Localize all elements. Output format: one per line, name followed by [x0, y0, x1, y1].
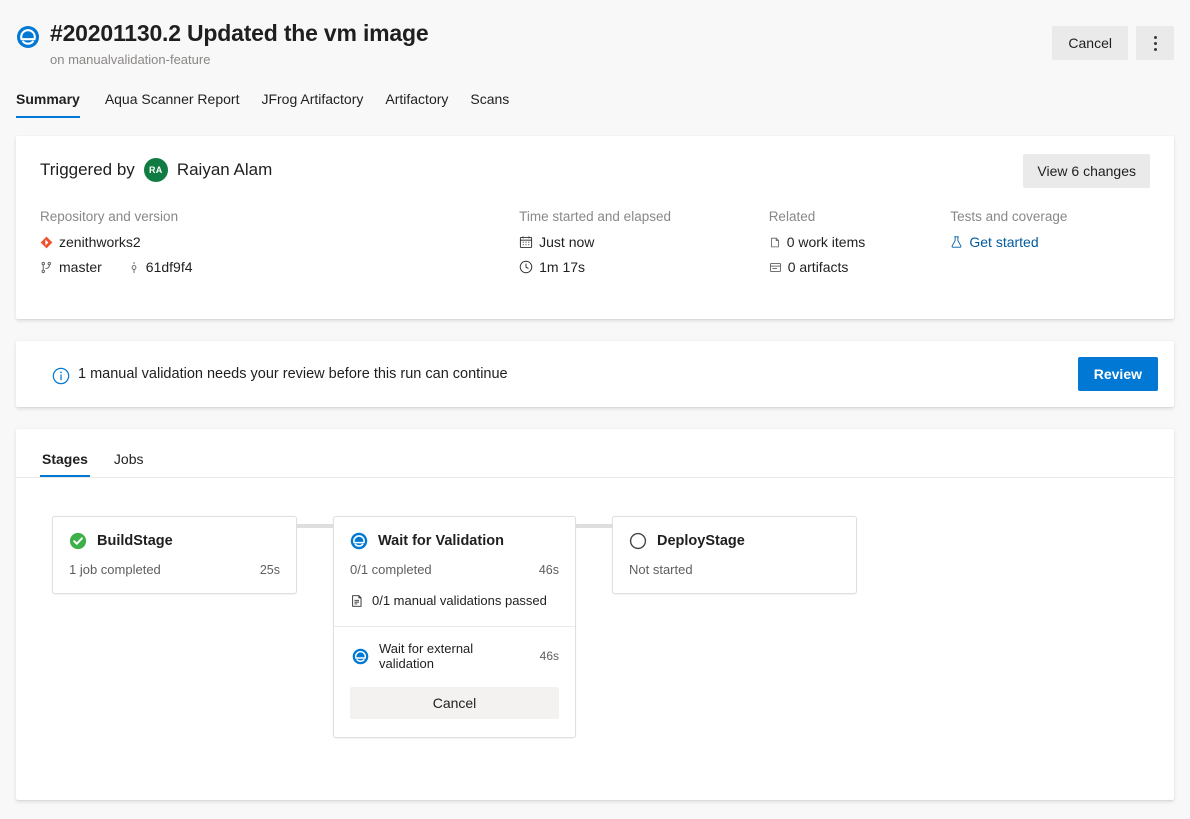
page-title: #20201130.2 Updated the vm image — [50, 18, 428, 48]
stage-header: BuildStage — [53, 517, 296, 550]
stage-cancel-wrap: Cancel — [334, 683, 575, 737]
branch-icon — [40, 261, 53, 274]
metadata-related: Related 0 work items — [769, 208, 951, 284]
repository-column-title: Repository and version — [40, 208, 519, 226]
branch-commit-row: master 61df9f4 — [40, 259, 519, 275]
tab-scans[interactable]: Scans — [459, 85, 520, 118]
work-item-icon — [769, 236, 781, 249]
azure-repos-icon — [40, 236, 53, 249]
stage-approval-label: Wait for external validation — [379, 641, 526, 671]
run-branch-subtitle: on manualvalidation-feature — [50, 51, 428, 69]
pipeline-waiting-icon — [352, 648, 369, 665]
time-elapsed-row: 1m 17s — [519, 259, 769, 275]
stage-card-deploystage[interactable]: DeployStage Not started — [612, 516, 857, 594]
run-title-row: #20201130.2 Updated the vm image on manu… — [16, 18, 1174, 69]
run-metadata-grid: Repository and version zenithworks2 — [40, 208, 1150, 284]
pipeline-waiting-icon — [16, 25, 40, 49]
cancel-run-button[interactable]: Cancel — [1052, 26, 1128, 60]
header-actions: Cancel — [1052, 26, 1174, 60]
stage-card-wait-for-validation[interactable]: Wait for Validation 0/1 completed 46s 0/… — [333, 516, 576, 738]
time-started-value: Just now — [539, 234, 594, 250]
triggered-by-label: Triggered by — [40, 160, 135, 180]
stage-summary-text: 1 job completed — [69, 562, 161, 577]
time-column-title: Time started and elapsed — [519, 208, 769, 226]
stage-summary-row: 1 job completed 25s — [53, 550, 296, 593]
repository-name: zenithworks2 — [59, 234, 141, 250]
subtab-jobs[interactable]: Jobs — [112, 447, 146, 477]
stage-name: BuildStage — [97, 533, 173, 549]
subtab-stages[interactable]: Stages — [40, 447, 90, 477]
tests-get-started-label: Get started — [969, 234, 1038, 250]
stage-approval-duration: 46s — [540, 649, 559, 663]
branch-row[interactable]: master — [40, 259, 102, 275]
tab-summary[interactable]: Summary — [16, 85, 94, 118]
stage-name: DeployStage — [657, 533, 745, 549]
page-header: #20201130.2 Updated the vm image on manu… — [0, 0, 1190, 69]
stage-header: Wait for Validation — [334, 517, 575, 550]
avatar: RA — [144, 158, 168, 182]
stage-graph: BuildStage 1 job completed 25s — [16, 478, 1174, 788]
related-column-title: Related — [769, 208, 951, 226]
stages-subtabbar: Stages Jobs — [16, 429, 1174, 478]
time-started-row: Just now — [519, 234, 769, 250]
triggered-by-row: Triggered by RA Raiyan Alam — [40, 158, 1150, 182]
stage-approval-row[interactable]: Wait for external validation 46s — [334, 627, 575, 683]
review-button[interactable]: Review — [1078, 357, 1158, 391]
artifacts-count: 0 artifacts — [788, 259, 849, 275]
repository-name-row[interactable]: zenithworks2 — [40, 234, 519, 250]
clock-icon — [519, 260, 533, 274]
tab-aqua-scanner-report[interactable]: Aqua Scanner Report — [94, 85, 251, 118]
stage-checks-row[interactable]: 0/1 manual validations passed — [334, 593, 575, 626]
stage-checks-label: 0/1 manual validations passed — [372, 593, 547, 608]
pipeline-waiting-icon — [350, 532, 368, 550]
stage-summary-text: 0/1 completed — [350, 562, 432, 577]
more-actions-button[interactable] — [1136, 26, 1174, 60]
triggered-by-user: Raiyan Alam — [177, 160, 272, 180]
metadata-tests: Tests and coverage Get started — [950, 208, 1150, 284]
cancel-validation-button[interactable]: Cancel — [350, 687, 559, 719]
stage-summary-row: 0/1 completed 46s — [334, 550, 575, 593]
stage-duration: 46s — [539, 563, 559, 577]
manual-validation-banner: 1 manual validation needs your review be… — [16, 341, 1174, 407]
view-changes-button[interactable]: View 6 changes — [1023, 154, 1150, 188]
stage-card-buildstage[interactable]: BuildStage 1 job completed 25s — [52, 516, 297, 594]
artifacts-row[interactable]: 0 artifacts — [769, 259, 951, 275]
commit-hash: 61df9f4 — [146, 259, 193, 275]
stage-row: BuildStage 1 job completed 25s — [52, 516, 1174, 738]
main-tabbar: Summary Aqua Scanner Report JFrog Artifa… — [0, 85, 1190, 118]
calendar-icon — [519, 235, 533, 249]
tests-column-title: Tests and coverage — [950, 208, 1150, 226]
flask-icon — [950, 235, 963, 249]
artifact-icon — [769, 261, 782, 274]
stage-summary-row: Not started — [613, 550, 856, 593]
commit-row[interactable]: 61df9f4 — [128, 259, 193, 275]
manual-validation-message: 1 manual validation needs your review be… — [78, 366, 508, 382]
not-started-circle-icon — [629, 532, 647, 550]
stage-duration: 25s — [260, 563, 280, 577]
metadata-time: Time started and elapsed Just now — [519, 208, 769, 284]
time-elapsed-value: 1m 17s — [539, 259, 585, 275]
more-actions-icon — [1154, 34, 1157, 52]
manual-validation-icon — [350, 594, 364, 608]
tab-jfrog-artifactory[interactable]: JFrog Artifactory — [250, 85, 374, 118]
stage-summary-text: Not started — [629, 562, 693, 577]
info-icon — [52, 367, 70, 390]
tab-artifactory[interactable]: Artifactory — [374, 85, 459, 118]
stages-card: Stages Jobs BuildStage 1 job comp — [16, 429, 1174, 800]
work-items-row[interactable]: 0 work items — [769, 234, 951, 250]
stage-header: DeployStage — [613, 517, 856, 550]
commit-icon — [128, 261, 140, 274]
work-items-count: 0 work items — [787, 234, 866, 250]
stage-name: Wait for Validation — [378, 533, 504, 549]
success-check-icon — [69, 532, 87, 550]
metadata-repository: Repository and version zenithworks2 — [40, 208, 519, 284]
branch-name: master — [59, 259, 102, 275]
tests-get-started-link[interactable]: Get started — [950, 234, 1150, 250]
run-summary-card: Triggered by RA Raiyan Alam View 6 chang… — [16, 136, 1174, 319]
